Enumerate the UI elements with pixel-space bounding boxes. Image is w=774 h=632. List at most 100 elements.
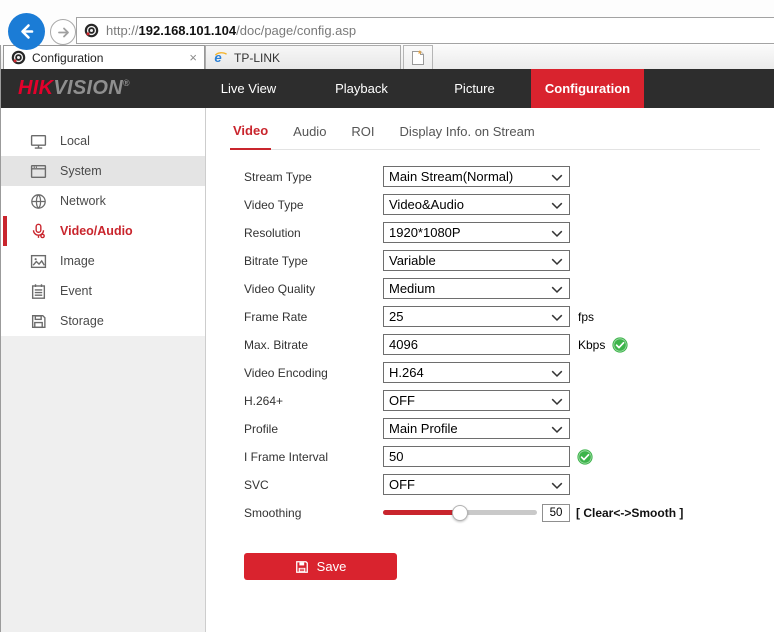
forward-button[interactable] [50,19,76,45]
sidebar-item-storage[interactable]: Storage [0,306,205,336]
sidebar-menu: Local System Network Video/AudioImage Event S… [0,108,205,336]
nav-item-picture[interactable]: Picture [418,69,531,108]
input-i-frame-interval[interactable]: 50 [383,446,570,467]
form-row-bitrate-type: Bitrate TypeVariable [244,250,774,271]
tab-favicon-ie-icon: e [213,50,228,65]
chevron-down-icon [551,426,563,434]
input-max-bitrate[interactable]: 4096 [383,334,570,355]
slider-fill [383,510,460,515]
field-label: Video Type [244,198,383,212]
select-value: OFF [389,477,415,492]
save-button[interactable]: Save [244,553,397,580]
new-tab-page-icon: * [411,50,425,66]
browser-window: http://192.168.101.104/doc/page/config.a… [0,0,774,632]
form-row-resolution: Resolution 1920*1080P [244,222,774,243]
sidebar-item-image[interactable]: Image [0,246,205,276]
field-label: SVC [244,478,383,492]
select-bitrate-type[interactable]: Variable [383,250,570,271]
select-resolution[interactable]: 1920*1080P [383,222,570,243]
page-body: Local System Network Video/AudioImage Event S… [0,108,774,632]
form-row-smoothing: Smoothing50[ Clear<->Smooth ] [244,502,774,523]
form-row-h-264: H.264+OFF [244,390,774,411]
sidebar-item-label: Event [60,284,92,298]
microphone-icon [30,223,47,240]
select-svc[interactable]: OFF [383,474,570,495]
select-video-type[interactable]: Video&Audio [383,194,570,215]
select-value: 1920*1080P [389,225,461,240]
slider-handle[interactable] [452,505,468,521]
select-value: OFF [389,393,415,408]
field-label: Frame Rate [244,310,383,324]
app-header: HIKVISION® Live ViewPlaybackPictureConfi… [0,69,774,108]
browser-tab-bar: Configuration × e TP-LINK * [0,45,774,69]
form-row-video-type: Video Type Video&Audio [244,194,774,215]
valid-check-icon [577,449,593,465]
browser-toolbar: http://192.168.101.104/doc/page/config.a… [0,0,774,45]
field-label: Video Quality [244,282,383,296]
system-window-icon [30,163,47,180]
storage-icon [30,313,47,330]
main-nav: Live ViewPlaybackPictureConfiguration [192,69,644,108]
select-video-quality[interactable]: Medium [383,278,570,299]
select-value: Variable [389,253,436,268]
monitor-icon [30,133,47,150]
svg-text:*: * [418,50,422,59]
form-row-svc: SVC OFF [244,474,774,495]
sidebar-item-event[interactable]: Event [0,276,205,306]
url-text: http://192.168.101.104/doc/page/config.a… [106,23,356,38]
unit-label: Kbps [578,338,605,352]
nav-item-configuration[interactable]: Configuration [531,69,644,108]
select-value: Video&Audio [389,197,464,212]
select-profile[interactable]: Main Profile [383,418,570,439]
tab-title: TP-LINK [234,51,280,65]
tab-audio[interactable]: Audio [290,124,329,149]
tab-title: Configuration [32,51,103,65]
form-row-video-quality: Video QualityMedium [244,278,774,299]
sidebar-item-network[interactable]: Network [0,186,205,216]
sidebar-item-label: Network [60,194,106,208]
field-label: Stream Type [244,170,383,184]
unit-label: fps [578,310,594,324]
sidebar-item-video-audio[interactable]: Video/Audio [0,216,205,246]
tab-favicon-camera-icon [11,50,26,65]
form-row-i-frame-interval: I Frame Interval50 [244,446,774,467]
select-stream-type[interactable]: Main Stream(Normal) [383,166,570,187]
nav-item-playback[interactable]: Playback [305,69,418,108]
tab-video[interactable]: Video [230,123,271,150]
save-button-label: Save [317,559,347,574]
form-row-video-encoding: Video EncodingH.264 [244,362,774,383]
chevron-down-icon [551,174,563,182]
tab-display-info-on-stream[interactable]: Display Info. on Stream [397,124,538,149]
select-value: 25 [389,309,403,324]
network-globe-icon [30,193,47,210]
sidebar-item-system[interactable]: System [0,156,205,186]
chevron-down-icon [551,482,563,490]
field-label: I Frame Interval [244,450,383,464]
form-row-stream-type: Stream TypeMain Stream(Normal) [244,166,774,187]
nav-item-live-view[interactable]: Live View [192,69,305,108]
chevron-down-icon [551,258,563,266]
back-button[interactable] [8,13,45,50]
back-arrow-icon [16,21,37,42]
sidebar-item-local[interactable]: Local [0,126,205,156]
save-floppy-icon [295,560,309,574]
hikvision-logo: HIKVISION® [18,69,130,108]
select-frame-rate[interactable]: 25 [383,306,570,327]
image-icon [30,253,47,270]
select-h-264[interactable]: OFF [383,390,570,411]
address-bar[interactable]: http://192.168.101.104/doc/page/config.a… [76,17,774,44]
select-video-encoding[interactable]: H.264 [383,362,570,383]
smoothing-slider[interactable] [383,510,537,515]
event-icon [30,283,47,300]
chevron-down-icon [551,202,563,210]
main-panel: Video Audio ROI Display Info. on Stream Str… [207,108,774,632]
field-label: Resolution [244,226,383,240]
site-favicon-camera-icon [84,23,99,38]
tab-roi[interactable]: ROI [348,124,377,149]
smoothing-value-box[interactable]: 50 [542,504,570,522]
sidebar-item-label: Local [60,134,90,148]
chevron-down-icon [551,286,563,294]
new-tab-button[interactable]: * [403,45,433,69]
browser-tab-tp-link[interactable]: e TP-LINK [205,45,401,69]
tab-close-icon[interactable]: × [189,51,197,64]
